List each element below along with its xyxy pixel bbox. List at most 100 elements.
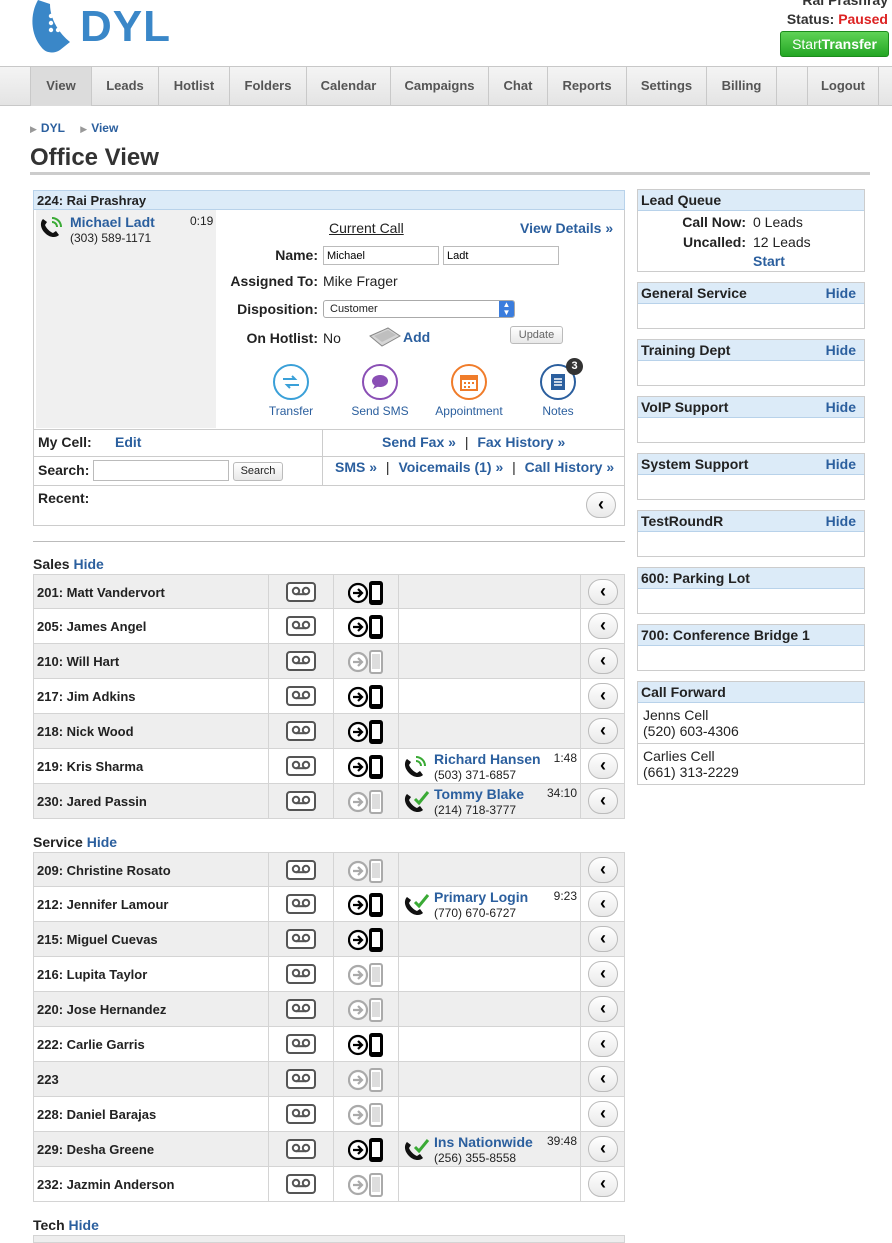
voicemail-icon[interactable] [286,894,316,917]
group-hide-link[interactable]: Hide [87,834,117,850]
send-fax-link[interactable]: Send Fax » [382,434,456,450]
expand-button[interactable]: ‹ [588,891,618,917]
voicemail-icon[interactable] [286,721,316,744]
expand-button[interactable]: ‹ [588,996,618,1022]
nav-calendar[interactable]: Calendar [306,67,390,106]
extension-name[interactable]: 222: Carlie Garris [37,1037,145,1052]
expand-button[interactable]: ‹ [588,753,618,779]
expand-button[interactable]: ‹ [588,579,618,605]
expand-button[interactable]: ‹ [588,1101,618,1127]
voicemail-icon[interactable] [286,860,316,883]
queue-box-hide-link[interactable]: Hide [826,340,856,360]
expand-button[interactable]: ‹ [588,1136,618,1162]
extension-name[interactable]: 201: Matt Vandervort [37,585,165,600]
my-cell-edit-link[interactable]: Edit [115,434,141,450]
extension-name[interactable]: 216: Lupita Taylor [37,967,147,982]
lead-queue-start-link[interactable]: Start [753,253,785,269]
transfer-to-mobile-icon[interactable] [347,790,384,817]
transfer-to-mobile-icon[interactable] [347,963,384,990]
expand-button[interactable]: ‹ [588,1066,618,1092]
extension-name[interactable]: 218: Nick Wood [37,724,134,739]
extension-name[interactable]: 228: Daniel Barajas [37,1107,156,1122]
voicemail-icon[interactable] [286,1104,316,1127]
transfer-to-mobile-icon[interactable] [347,859,384,886]
voicemail-icon[interactable] [286,964,316,987]
extension-name[interactable]: 232: Jazmin Anderson [37,1177,175,1192]
extension-name[interactable]: 215: Miguel Cuevas [37,932,158,947]
call-forward-entry[interactable]: Jenns Cell (520) 603-4306 [638,703,864,744]
breadcrumb-dyl[interactable]: DYL [41,121,65,135]
voicemail-icon[interactable] [286,929,316,952]
voicemail-icon[interactable] [286,999,316,1022]
extension-name[interactable]: 219: Kris Sharma [37,759,143,774]
transfer-to-mobile-icon[interactable] [347,685,384,712]
nav-chat[interactable]: Chat [488,67,547,106]
voicemail-icon[interactable] [286,1174,316,1197]
voicemail-icon[interactable] [286,1069,316,1092]
transfer-action[interactable]: Transfer [246,364,336,418]
call-history-link[interactable]: Call History » [525,459,614,475]
voicemail-icon[interactable] [286,651,316,674]
queue-box-hide-link[interactable]: Hide [826,397,856,417]
sms-link[interactable]: SMS » [335,459,377,475]
transfer-to-mobile-icon[interactable] [347,928,384,955]
extension-name[interactable]: 212: Jennifer Lamour [37,897,169,912]
voicemail-icon[interactable] [286,1034,316,1057]
transfer-to-mobile-icon[interactable] [347,650,384,677]
group-hide-link[interactable]: Hide [69,1217,99,1233]
transfer-to-mobile-icon[interactable] [347,998,384,1025]
breadcrumb-view[interactable]: View [91,121,118,135]
nav-settings[interactable]: Settings [626,67,706,106]
nav-reports[interactable]: Reports [547,67,626,106]
nav-hotlist[interactable]: Hotlist [158,67,229,106]
voicemails-link[interactable]: Voicemails (1) » [398,459,503,475]
transfer-to-mobile-icon[interactable] [347,1068,384,1095]
search-button[interactable]: Search [233,462,283,481]
voicemail-icon[interactable] [286,686,316,709]
transfer-to-mobile-icon[interactable] [347,615,384,642]
expand-button[interactable]: ‹ [588,683,618,709]
nav-billing[interactable]: Billing [706,67,776,106]
voicemail-icon[interactable] [286,791,316,814]
add-phone-icon[interactable] [366,326,402,348]
send-sms-action[interactable]: Send SMS [335,364,425,418]
group-hide-link[interactable]: Hide [73,556,103,572]
extension-name[interactable]: 220: Jose Hernandez [37,1002,166,1017]
call-contact-name[interactable]: Ins Nationwide [434,1134,533,1150]
voicemail-icon[interactable] [286,616,316,639]
first-name-input[interactable] [323,246,439,265]
disposition-select[interactable]: Customer ▲ ▼ [323,300,515,318]
notes-action[interactable]: 3 Notes [513,358,603,418]
expand-button[interactable]: ‹ [588,1171,618,1197]
expand-button[interactable]: ‹ [588,648,618,674]
fax-history-link[interactable]: Fax History » [477,434,565,450]
call-forward-entry[interactable]: Carlies Cell (661) 313-2229 [638,744,864,785]
active-caller-name[interactable]: Michael Ladt [70,214,155,230]
nav-leads[interactable]: Leads [91,67,158,106]
extension-name[interactable]: 230: Jared Passin [37,794,147,809]
extension-name[interactable]: 205: James Angel [37,619,146,634]
expand-button[interactable]: ‹ [588,961,618,987]
expand-button[interactable]: ‹ [588,613,618,639]
expand-button[interactable]: ‹ [588,788,618,814]
voicemail-icon[interactable] [286,582,316,605]
extension-name[interactable]: 223 [37,1072,59,1087]
appointment-action[interactable]: Appointment [424,364,514,418]
transfer-to-mobile-icon[interactable] [347,1138,384,1165]
nav-logout[interactable]: Logout [807,67,879,106]
transfer-to-mobile-icon[interactable] [347,1173,384,1200]
call-contact-name[interactable]: Primary Login [434,889,528,905]
last-name-input[interactable] [443,246,559,265]
transfer-to-mobile-icon[interactable] [347,720,384,747]
extension-name[interactable]: 217: Jim Adkins [37,689,136,704]
voicemail-icon[interactable] [286,756,316,779]
extension-name[interactable]: 209: Christine Rosato [37,863,171,878]
transfer-to-mobile-icon[interactable] [347,755,384,782]
call-contact-name[interactable]: Richard Hansen [434,751,541,767]
nav-campaigns[interactable]: Campaigns [390,67,488,106]
extension-name[interactable]: 210: Will Hart [37,654,119,669]
nav-view[interactable]: View [30,67,91,106]
transfer-to-mobile-icon[interactable] [347,1103,384,1130]
transfer-to-mobile-icon[interactable] [347,1033,384,1060]
queue-box-hide-link[interactable]: Hide [826,511,856,531]
